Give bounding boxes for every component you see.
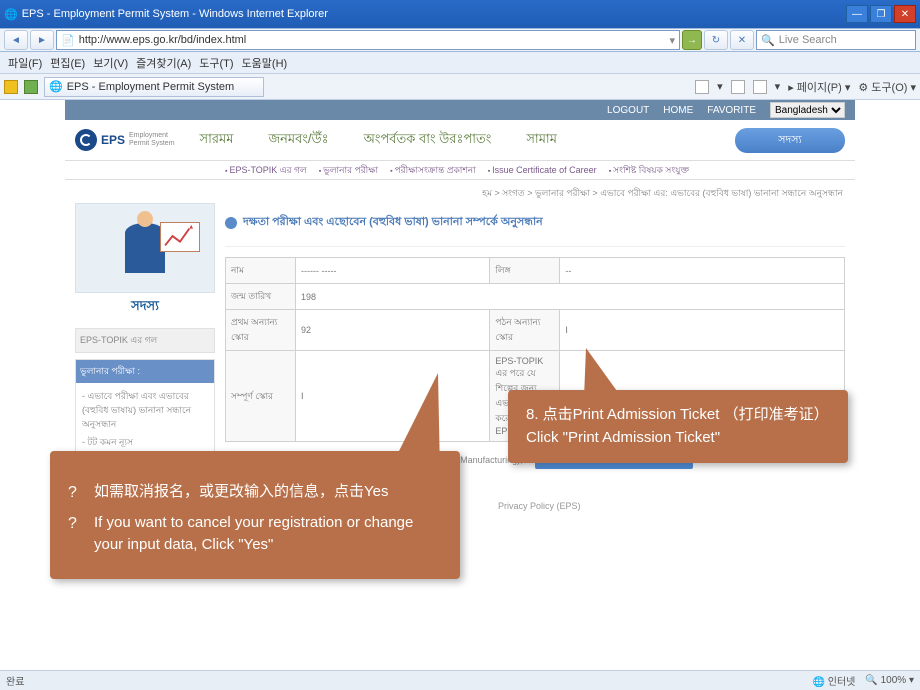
favorite-link[interactable]: FAVORITE: [707, 105, 756, 116]
close-button[interactable]: ✕: [894, 5, 916, 23]
sidebar-head-1[interactable]: EPS-TOPIK এর গল: [76, 329, 214, 352]
ie-toolbar: 🌐 EPS - Employment Permit System ▾ ▾ ▸ 페…: [0, 74, 920, 100]
submenu-2[interactable]: ভুলানার পরীক্ষা: [319, 163, 378, 178]
address-input[interactable]: 📄 http://www.eps.go.kr/bd/index.html ▾: [56, 30, 680, 50]
callout-arrow-icon: [584, 348, 622, 398]
sidebar-illustration: [75, 203, 215, 293]
zoom-level[interactable]: 🔍 100% ▾: [865, 675, 914, 686]
menu-tools[interactable]: 도구(T): [199, 55, 233, 71]
table-row: নাম ------ ----- লিঙ্গ --: [226, 258, 845, 284]
print-icon[interactable]: [753, 80, 767, 94]
maximize-button[interactable]: ❐: [870, 5, 892, 23]
window-title: EPS - Employment Permit System - Windows…: [22, 8, 328, 20]
sidebar-title: সদস্য: [75, 293, 215, 328]
country-select[interactable]: Bangladesh: [770, 102, 845, 118]
logo-sub1: Employment: [129, 132, 175, 140]
internet-zone: 🌐 인터넷: [813, 673, 856, 688]
callout-text-cn: 8. 点击Print Admission Ticket （打印准考证）: [526, 404, 830, 427]
go-button[interactable]: →: [682, 30, 702, 50]
label-name: নাম: [226, 258, 296, 284]
back-button[interactable]: ◄: [4, 30, 28, 50]
callout-text-en: Click "Print Admission Ticket": [526, 427, 830, 450]
submenu-4[interactable]: Issue Certificate of Career: [488, 165, 597, 175]
forward-button[interactable]: ►: [30, 30, 54, 50]
submenu-5[interactable]: সংশিষ্ট বিষয়ক সংযুক্ত: [609, 163, 689, 178]
search-placeholder: Live Search: [779, 34, 837, 46]
home-icon[interactable]: [695, 80, 709, 94]
submenu-1[interactable]: EPS-TOPIK এর গল: [225, 163, 307, 178]
bullet-icon: [225, 217, 237, 229]
site-header: EPS Employment Permit System সারমম জনমবং…: [65, 120, 855, 160]
stop-button[interactable]: ✕: [730, 30, 754, 50]
sub-menu: EPS-TOPIK এর গল ভুলানার পরীক্ষা পরীক্ষাস…: [65, 160, 855, 180]
value-gender: --: [560, 258, 845, 284]
sidebar-link-2[interactable]: - টট কমন ন্যূস: [82, 435, 208, 449]
value-birth: 198: [296, 284, 845, 310]
minimize-button[interactable]: —: [846, 5, 868, 23]
address-bar-zone: ◄ ► 📄 http://www.eps.go.kr/bd/index.html…: [0, 28, 920, 52]
menu-favorites[interactable]: 즐겨찾기(A): [136, 55, 191, 71]
submenu-3[interactable]: পরীক্ষাসংক্রান্ত প্রকাশনা: [390, 163, 476, 178]
label-read-score: পঠন অন্যান্য স্কোর: [490, 310, 560, 351]
label-first-score: প্রথম অন্যান্য স্কোর: [226, 310, 296, 351]
nav-item-1[interactable]: সারমম: [200, 130, 234, 151]
page-title: দক্ষতা পরীক্ষা এবং এছোবেন (বহুবিধ ভাষা) …: [243, 213, 543, 232]
logo-text: EPS: [101, 133, 125, 147]
nav-item-2[interactable]: জনমবং/উঁঃ: [268, 130, 328, 151]
label-birth: জন্ম তারিখ: [226, 284, 296, 310]
status-bar: 완료 🌐 인터넷 🔍 100% ▾: [0, 670, 920, 690]
url-text: http://www.eps.go.kr/bd/index.html: [79, 34, 247, 46]
refresh-button[interactable]: ↻: [704, 30, 728, 50]
page-viewport: LOGOUT HOME FAVORITE Bangladesh EPS Empl…: [0, 100, 920, 670]
breadcrumb: হম > সংগত > ভুলানার পরীক্ষা > এভাবে পরীক…: [65, 180, 855, 203]
table-row: জন্ম তারিখ 198: [226, 284, 845, 310]
callout-arrow-icon: [388, 373, 440, 473]
page-menu[interactable]: ▸ 페이지(P) ▾: [788, 79, 850, 95]
value-name: ------ -----: [296, 258, 490, 284]
nav-item-4[interactable]: সামাম: [526, 130, 557, 151]
logo-sub2: Permit System: [129, 140, 175, 148]
privacy-link[interactable]: Privacy Policy (EPS): [498, 501, 581, 511]
logo-icon: [75, 129, 97, 151]
sidebar-link-1[interactable]: - এভাবে পরীক্ষা এবং এভাবের (বহুবিধ ভাষায…: [82, 389, 208, 431]
label-total: সম্পূর্ণ স্কোর: [226, 351, 296, 442]
main-nav: সারমম জনমবং/উঁঃ অংপর্বতক বাং উরঃপাতং সাম…: [200, 130, 710, 151]
nav-item-3[interactable]: অংপর্বতক বাং উরঃপাতং: [364, 130, 492, 151]
logout-link[interactable]: LOGOUT: [607, 105, 649, 116]
tab-icon: 🌐: [49, 80, 63, 93]
page-icon: 📄: [61, 34, 75, 47]
add-favorite-icon[interactable]: [24, 80, 38, 94]
window-titlebar: 🌐 EPS - Employment Permit System - Windo…: [0, 0, 920, 28]
menu-view[interactable]: 보기(V): [93, 55, 128, 71]
ie-menubar: 파일(F) 편집(E) 보기(V) 즐겨찾기(A) 도구(T) 도움말(H): [0, 52, 920, 74]
table-row: প্রথম অন্যান্য স্কোর 92 পঠন অন্যান্য স্ক…: [226, 310, 845, 351]
callout-text-en: If you want to cancel your registration …: [68, 512, 442, 557]
value-read-score: I: [560, 310, 845, 351]
search-icon: 🔍: [761, 34, 775, 47]
sidebar-head-2[interactable]: ভুলানার পরীক্ষা :: [76, 360, 214, 383]
label-gender: লিঙ্গ: [490, 258, 560, 284]
search-box[interactable]: 🔍 Live Search: [756, 30, 916, 50]
ie-icon: 🌐: [4, 8, 18, 21]
status-left: 완료: [6, 673, 24, 688]
eps-logo[interactable]: EPS Employment Permit System: [75, 129, 175, 151]
callout-print: 8. 点击Print Admission Ticket （打印准考证） Clic…: [508, 390, 848, 463]
favorites-star-icon[interactable]: [4, 80, 18, 94]
menu-edit[interactable]: 편집(E): [50, 55, 85, 71]
home-link[interactable]: HOME: [663, 105, 693, 116]
menu-help[interactable]: 도움말(H): [242, 55, 288, 71]
browser-tab[interactable]: 🌐 EPS - Employment Permit System: [44, 77, 264, 97]
tools-menu[interactable]: ⚙ 도구(O) ▾: [858, 79, 916, 95]
callout-yes: 如需取消报名，或更改输入的信息，点击Yes If you want to can…: [50, 451, 460, 579]
member-button[interactable]: সদস্য: [735, 128, 845, 153]
menu-file[interactable]: 파일(F): [8, 55, 42, 71]
callout-text-cn: 如需取消报名，或更改输入的信息，点击Yes: [68, 481, 442, 504]
value-first-score: 92: [296, 310, 490, 351]
dropdown-icon[interactable]: ▾: [669, 34, 675, 47]
feed-icon[interactable]: [731, 80, 745, 94]
top-nav-strip: LOGOUT HOME FAVORITE Bangladesh: [65, 100, 855, 120]
tab-title: EPS - Employment Permit System: [67, 81, 235, 93]
